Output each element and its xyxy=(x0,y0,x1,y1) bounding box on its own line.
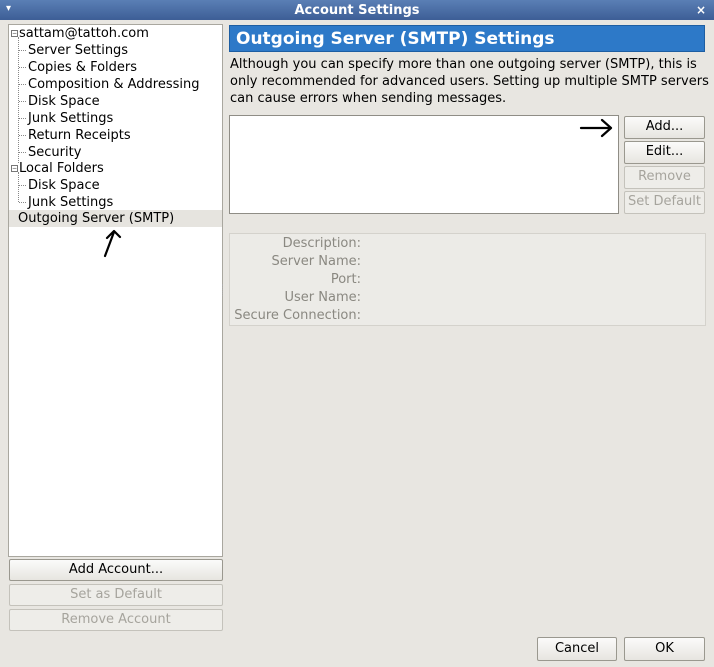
smtp-add-button[interactable]: Add... xyxy=(624,116,705,139)
tree-item-server-settings[interactable]: Server Settings xyxy=(9,42,222,59)
annotation-arrow-up xyxy=(103,229,122,258)
tree-item-local-disk-space[interactable]: Disk Space xyxy=(9,177,222,194)
smtp-remove-label: Remove xyxy=(638,169,691,184)
cancel-label: Cancel xyxy=(554,641,600,656)
tree-item-label: Local Folders xyxy=(19,161,104,176)
set-as-default-label: Set as Default xyxy=(70,587,162,602)
tree-item-label: Outgoing Server (SMTP) xyxy=(18,211,175,226)
tree-item-security[interactable]: Security xyxy=(9,144,222,161)
tree-item-label: Disk Space xyxy=(28,94,100,109)
tree-item-disk-space[interactable]: Disk Space xyxy=(9,93,222,110)
tree-item-copies-folders[interactable]: Copies & Folders xyxy=(9,59,222,76)
tree-item-label: Composition & Addressing xyxy=(28,77,200,92)
panel-description: Although you can specify more than one o… xyxy=(230,57,709,106)
collapse-icon[interactable]: − xyxy=(11,165,18,172)
tree-item-junk-settings[interactable]: Junk Settings xyxy=(9,110,222,127)
smtp-remove-button[interactable]: Remove xyxy=(624,166,705,189)
set-as-default-button[interactable]: Set as Default xyxy=(9,584,223,606)
tree-line xyxy=(19,50,26,51)
tree-item-label: Return Receipts xyxy=(28,128,131,143)
tree-item-label: Copies & Folders xyxy=(28,60,138,75)
smtp-server-list[interactable] xyxy=(229,115,619,214)
tree-line xyxy=(19,202,26,203)
detail-server-name-label: Server Name: xyxy=(271,254,362,269)
tree-line xyxy=(19,67,26,68)
tree-item-outgoing-server[interactable]: Outgoing Server (SMTP) xyxy=(9,210,222,227)
smtp-add-label: Add... xyxy=(645,119,684,134)
smtp-set-default-button[interactable]: Set Default xyxy=(624,191,705,214)
window-menu-icon[interactable]: ▾ xyxy=(6,4,16,14)
smtp-edit-button[interactable]: Edit... xyxy=(624,141,705,164)
account-tree[interactable]: − sattam@tattoh.com Server Settings Copi… xyxy=(8,24,223,557)
tree-item-local-folders[interactable]: − Local Folders xyxy=(9,160,222,177)
tree-line xyxy=(19,185,26,186)
add-account-label: Add Account... xyxy=(68,562,164,577)
tree-item-label: Junk Settings xyxy=(28,111,114,126)
tree-item-label: sattam@tattoh.com xyxy=(19,26,149,41)
smtp-set-default-label: Set Default xyxy=(628,194,701,209)
add-account-button[interactable]: Add Account... xyxy=(9,559,223,581)
tree-line xyxy=(19,152,26,153)
tree-item-account[interactable]: − sattam@tattoh.com xyxy=(9,25,222,42)
close-icon[interactable]: × xyxy=(696,3,706,17)
smtp-details-panel: Description: Server Name: Port: User Nam… xyxy=(229,233,706,326)
smtp-edit-label: Edit... xyxy=(645,144,684,159)
tree-item-label: Server Settings xyxy=(28,43,129,58)
tree-line xyxy=(19,84,26,85)
panel-title: Outgoing Server (SMTP) Settings xyxy=(229,25,705,52)
remove-account-label: Remove Account xyxy=(61,612,171,627)
cancel-button[interactable]: Cancel xyxy=(537,637,617,661)
collapse-icon[interactable]: − xyxy=(11,30,18,37)
tree-line xyxy=(19,135,26,136)
tree-line xyxy=(19,101,26,102)
detail-description-label: Description: xyxy=(282,236,361,251)
window-titlebar: ▾ Account Settings × xyxy=(0,0,714,20)
window-title: Account Settings xyxy=(294,2,420,18)
tree-item-return-receipts[interactable]: Return Receipts xyxy=(9,127,222,144)
tree-item-label: Security xyxy=(28,145,82,160)
tree-item-label: Disk Space xyxy=(28,178,100,193)
tree-item-label: Junk Settings xyxy=(28,195,114,210)
detail-secure-connection-label: Secure Connection: xyxy=(234,308,361,323)
detail-user-name-label: User Name: xyxy=(284,290,362,305)
tree-item-composition[interactable]: Composition & Addressing xyxy=(9,76,222,93)
splitter-grip[interactable] xyxy=(222,284,226,296)
tree-item-local-junk-settings[interactable]: Junk Settings xyxy=(9,194,222,211)
tree-line xyxy=(19,118,26,119)
ok-button[interactable]: OK xyxy=(624,637,705,661)
annotation-arrow-right xyxy=(579,118,613,138)
detail-port-label: Port: xyxy=(330,272,361,287)
ok-label: OK xyxy=(655,641,674,656)
remove-account-button[interactable]: Remove Account xyxy=(9,609,223,631)
